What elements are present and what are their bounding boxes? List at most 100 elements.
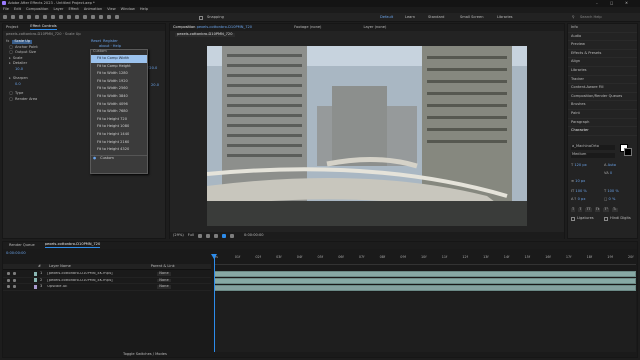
right-panel-item[interactable]: Tracker bbox=[568, 76, 637, 85]
right-panel-item[interactable]: Info bbox=[568, 24, 637, 33]
dropdown-item[interactable]: Fit to Width 3840 bbox=[91, 93, 147, 101]
track-bar-2[interactable] bbox=[214, 278, 636, 284]
menu-layer[interactable]: Layer bbox=[53, 8, 63, 12]
menu-animation[interactable]: Animation bbox=[84, 8, 102, 12]
superscript-button[interactable]: T¹ bbox=[603, 207, 609, 212]
color-management-icon[interactable] bbox=[221, 233, 226, 238]
workspace-small-screen[interactable]: Small Screen bbox=[460, 15, 483, 20]
dropdown-item[interactable]: Fit to Width 7680 bbox=[91, 108, 147, 116]
label-color-swatch[interactable] bbox=[34, 284, 37, 289]
layer-name[interactable]: [pexels-cottonbro-D10PMN_4K.mp4] bbox=[47, 279, 137, 283]
right-panel-item[interactable]: Preview bbox=[568, 41, 637, 50]
workspace-learn[interactable]: Learn bbox=[405, 15, 415, 20]
pan-behind-tool-icon[interactable] bbox=[51, 15, 55, 19]
stroke-color-swatch[interactable] bbox=[624, 148, 632, 156]
leading-value[interactable]: Auto bbox=[608, 163, 616, 167]
toggle-switches-modes[interactable]: Toggle Switches / Modes bbox=[123, 352, 167, 357]
effect-name[interactable]: Scale Up bbox=[12, 39, 33, 44]
audio-icon[interactable] bbox=[13, 272, 16, 276]
font-size-value[interactable]: 120 px bbox=[574, 163, 586, 167]
value-b[interactable]: 0.0 bbox=[15, 82, 21, 87]
audio-icon[interactable] bbox=[13, 278, 16, 282]
zoom-level[interactable]: (29%) bbox=[173, 233, 184, 238]
eraser-tool-icon[interactable] bbox=[99, 15, 103, 19]
visibility-eye-icon[interactable] bbox=[7, 278, 10, 282]
dropdown-item[interactable]: ● Custom bbox=[91, 154, 147, 163]
layer-name[interactable]: [pexels-cottonbro-D10PMN_4K.mp4] bbox=[47, 272, 137, 276]
dropdown-item[interactable]: Fit to Height 1080 bbox=[91, 123, 147, 131]
all-caps-button[interactable]: TT bbox=[585, 207, 592, 212]
tab-render-queue[interactable]: Render Queue bbox=[9, 243, 35, 248]
menu-edit[interactable]: Edit bbox=[14, 8, 21, 12]
menu-view[interactable]: View bbox=[107, 8, 116, 12]
maximize-icon[interactable]: □ bbox=[610, 1, 613, 6]
baseline-value[interactable]: 0 px bbox=[578, 197, 586, 201]
dropdown-item[interactable]: Fit to Height 2160 bbox=[91, 139, 147, 147]
stroke-width-value[interactable]: 10 px bbox=[575, 179, 585, 183]
tsume-value[interactable]: 0 % bbox=[609, 197, 616, 201]
value-d[interactable]: 20.0 bbox=[151, 83, 159, 88]
font-style-select[interactable]: Medium bbox=[571, 152, 615, 158]
parent-select[interactable]: None bbox=[157, 285, 171, 289]
dropdown-item[interactable]: Fit to Comp Height bbox=[91, 63, 147, 71]
workspace-default[interactable]: Default bbox=[380, 15, 393, 20]
playhead[interactable] bbox=[214, 255, 215, 352]
layer-row[interactable]: 1 [pexels-cottonbro-D10PMN_4K.mp4] None bbox=[3, 271, 211, 278]
region-icon[interactable] bbox=[197, 233, 202, 238]
right-panel-item[interactable]: Align bbox=[568, 58, 637, 67]
hand-tool-icon[interactable] bbox=[19, 15, 23, 19]
faux-bold-button[interactable]: T bbox=[571, 207, 576, 212]
dropdown-item[interactable]: Fit to Width 4096 bbox=[91, 101, 147, 109]
right-panel-item[interactable]: Audio bbox=[568, 33, 637, 42]
dropdown-item[interactable]: Fit to Comp Width bbox=[91, 55, 147, 63]
snapshot-icon[interactable] bbox=[229, 233, 234, 238]
rotate-tool-icon[interactable] bbox=[35, 15, 39, 19]
workspace-standard[interactable]: Standard bbox=[428, 15, 444, 20]
value-c[interactable]: 720.0 bbox=[147, 66, 157, 71]
track-bar-1[interactable] bbox=[214, 271, 636, 277]
menu-composition[interactable]: Composition bbox=[26, 8, 48, 12]
workspace-libraries[interactable]: Libraries bbox=[497, 15, 513, 20]
tab-composition[interactable]: Composition pexels-cottonbro-D10PMN_720 bbox=[173, 25, 252, 30]
hscale-value[interactable]: 100 % bbox=[607, 189, 618, 193]
right-panel-item[interactable]: Content-Aware Fill bbox=[568, 84, 637, 93]
comp-viewer[interactable] bbox=[207, 46, 527, 226]
menu-window[interactable]: Window bbox=[121, 8, 135, 12]
roto-brush-icon[interactable] bbox=[107, 15, 111, 19]
dropdown-item[interactable]: Fit to Width 1280 bbox=[91, 70, 147, 78]
dropdown-item[interactable]: Fit to Width 2560 bbox=[91, 85, 147, 93]
brush-tool-icon[interactable] bbox=[83, 15, 87, 19]
tab-footage[interactable]: Footage (none) bbox=[294, 25, 321, 30]
output-size-dropdown[interactable]: Custom Fit to Comp Width Fit to Comp Heig… bbox=[90, 49, 148, 174]
right-panel-item[interactable]: Brushes bbox=[568, 101, 637, 110]
zoom-tool-icon[interactable] bbox=[27, 15, 31, 19]
tracking-value[interactable]: 0 bbox=[610, 171, 612, 175]
snapping-checkbox[interactable] bbox=[199, 16, 203, 20]
close-icon[interactable]: ✕ bbox=[625, 1, 628, 6]
selection-tool-icon[interactable] bbox=[11, 15, 15, 19]
menu-file[interactable]: File bbox=[3, 8, 9, 12]
parent-select[interactable]: None bbox=[157, 278, 171, 283]
ligatures-checkbox[interactable] bbox=[571, 217, 575, 221]
right-panel-item[interactable]: Composition/Render Queues bbox=[568, 93, 637, 102]
menu-help[interactable]: Help bbox=[140, 8, 148, 12]
tab-layer[interactable]: Layer (none) bbox=[363, 25, 386, 30]
layer-row[interactable]: 3 Upscale AE None bbox=[3, 284, 211, 291]
shape-tool-icon[interactable] bbox=[59, 15, 63, 19]
puppet-tool-icon[interactable] bbox=[115, 15, 119, 19]
layer-name[interactable]: Upscale AE bbox=[47, 285, 137, 289]
layer-row[interactable]: 2 [pexels-cottonbro-D10PMN_4K.mp4] None bbox=[3, 278, 211, 285]
audio-icon[interactable] bbox=[13, 285, 16, 289]
parent-select[interactable]: None bbox=[157, 271, 171, 276]
type-tool-icon[interactable] bbox=[75, 15, 79, 19]
small-caps-button[interactable]: Tt bbox=[594, 207, 601, 212]
timeline-timecode[interactable]: 0:00:00:00 bbox=[6, 251, 26, 256]
dropdown-item[interactable]: Fit to Height 4320 bbox=[91, 146, 147, 154]
search-icon[interactable]: ⚲ bbox=[572, 15, 575, 20]
dropdown-item[interactable]: Fit to Height 1440 bbox=[91, 131, 147, 139]
transparency-grid-icon[interactable] bbox=[205, 233, 210, 238]
resolution-select[interactable]: Full bbox=[188, 233, 194, 238]
subscript-button[interactable]: T₁ bbox=[611, 207, 618, 212]
tab-project[interactable]: Project bbox=[6, 25, 18, 30]
right-panel-item[interactable]: Effects & Presets bbox=[568, 50, 637, 59]
